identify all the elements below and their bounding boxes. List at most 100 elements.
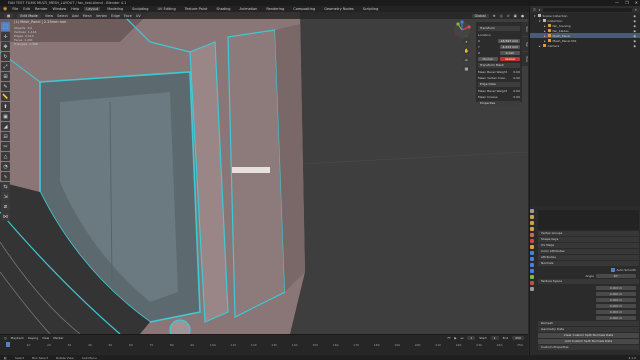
menu-edit[interactable]: Edit: [23, 7, 30, 11]
bevel-tool-icon[interactable]: ◢: [1, 122, 10, 131]
edge-slide-tool-icon[interactable]: ⇆: [1, 182, 10, 191]
tool-tab-icon[interactable]: [530, 209, 534, 213]
jump-start-icon[interactable]: ⏮: [448, 336, 451, 340]
disclosure-triangle-icon[interactable]: ▸: [544, 39, 546, 43]
edge-data-section-header[interactable]: Edge Data: [478, 82, 520, 87]
workspace-tab-shading[interactable]: Shading: [214, 7, 232, 11]
output-tab-icon[interactable]: [530, 221, 534, 225]
workspace-tab-rendering[interactable]: Rendering: [264, 7, 286, 11]
outliner-display-mode-icon[interactable]: ▾: [539, 8, 541, 12]
workspace-tab-uv-editing[interactable]: UV Editing: [155, 7, 177, 11]
workspace-tab-scripting[interactable]: Scripting: [361, 7, 381, 11]
pan-hand-icon[interactable]: ✋: [463, 47, 470, 54]
clear-custom-split-normals-button[interactable]: Clear Custom Split Normals Data: [538, 333, 639, 338]
properties-section-header[interactable]: Properties: [478, 101, 520, 106]
section-attributes[interactable]: Attributes: [538, 255, 639, 260]
timeline-ruler[interactable]: 0102030405060708090100110120130140150160…: [0, 342, 528, 347]
zoom-icon[interactable]: ⌕: [463, 38, 470, 45]
rip-tool-icon[interactable]: ⋈: [1, 212, 10, 221]
menu-select[interactable]: Select: [57, 14, 68, 18]
texture-location-z-field[interactable]: 0.000 m: [596, 297, 636, 302]
texture-location-field[interactable]: 0.000 m: [596, 285, 636, 290]
texture-size-y-field[interactable]: 0.000 m: [596, 309, 636, 314]
editor-type-selector[interactable]: ▦: [4, 13, 14, 18]
proportional-edit-icon[interactable]: ◎: [500, 14, 503, 18]
workspace-tab-texture-paint[interactable]: Texture Paint: [183, 7, 210, 11]
camera-view-icon[interactable]: ⌂: [463, 56, 470, 63]
menu-file[interactable]: File: [12, 7, 18, 11]
object-tab-icon[interactable]: [530, 245, 534, 249]
poly-build-tool-icon[interactable]: △: [1, 152, 10, 161]
annotate-tool-icon[interactable]: ✎: [1, 82, 10, 91]
particles-tab-icon[interactable]: [530, 257, 534, 261]
visibility-eye-icon[interactable]: ◉: [633, 44, 636, 48]
tab-item[interactable]: Item: [522, 22, 528, 36]
disclosure-triangle-icon[interactable]: ▸: [544, 34, 546, 38]
perspective-toggle-icon[interactable]: ▦: [463, 65, 470, 72]
filter-icon[interactable]: ⏷: [635, 8, 637, 12]
extrude-tool-icon[interactable]: ⬆: [1, 102, 10, 111]
location-y-field[interactable]: -4.213 mm: [499, 44, 520, 49]
menu-uv[interactable]: UV: [136, 14, 141, 18]
physics-tab-icon[interactable]: [530, 263, 534, 267]
end-frame-field[interactable]: 250: [512, 336, 524, 340]
section-geometry-data[interactable]: Geometry Data: [538, 327, 639, 332]
menu-view[interactable]: View: [45, 14, 53, 18]
disclosure-triangle-icon[interactable]: ▾: [534, 14, 536, 18]
current-frame-field[interactable]: 1: [467, 336, 476, 340]
knife-tool-icon[interactable]: ✂: [1, 142, 10, 151]
texture-tab-icon[interactable]: [530, 287, 534, 291]
menu-add[interactable]: Add: [72, 14, 79, 18]
workspace-tab-geometry-nodes[interactable]: Geometry Nodes: [322, 7, 356, 11]
menu-edge[interactable]: Edge: [111, 14, 120, 18]
scene-tab-icon[interactable]: [530, 233, 534, 237]
menu-keying[interactable]: Keying: [28, 336, 38, 340]
workspace-tab-compositing[interactable]: Compositing: [291, 7, 317, 11]
transform-tool-icon[interactable]: ⊞: [1, 72, 10, 81]
location-x-field[interactable]: -16.597 mm: [497, 38, 520, 43]
menu-timeline-view[interactable]: View: [42, 336, 49, 340]
disclosure-triangle-icon[interactable]: ▸: [544, 24, 546, 28]
location-z-field[interactable]: 0 mm: [500, 50, 520, 55]
menu-vertex[interactable]: Vertex: [96, 14, 107, 18]
outliner-search-input[interactable]: [543, 7, 632, 12]
global-button[interactable]: Global: [500, 56, 520, 61]
visibility-eye-icon[interactable]: ◉: [633, 24, 636, 28]
visibility-eye-icon[interactable]: ◉: [633, 34, 636, 38]
outliner-row[interactable]: ▸ Camera ◉: [530, 43, 640, 48]
section-color-attributes[interactable]: Color Attributes: [538, 249, 639, 254]
visibility-eye-icon[interactable]: ◉: [633, 14, 636, 18]
snap-icon[interactable]: ⊕: [493, 14, 496, 18]
section-shape-keys[interactable]: Shape Keys: [538, 237, 639, 242]
shear-tool-icon[interactable]: ⧄: [1, 202, 10, 211]
vertex-groups-list[interactable]: [538, 210, 639, 230]
menu-marker[interactable]: Marker: [53, 336, 63, 340]
menu-render[interactable]: Render: [35, 7, 47, 11]
shrink-tool-icon[interactable]: ⇲: [1, 192, 10, 201]
section-custom-properties[interactable]: Custom Properties: [538, 345, 639, 350]
smooth-tool-icon[interactable]: ∿: [1, 172, 10, 181]
start-frame-field[interactable]: 1: [490, 336, 499, 340]
texture-size-z-field[interactable]: 0.000 m: [596, 315, 636, 320]
overlay-icon[interactable]: ⊙: [507, 14, 510, 18]
rotate-tool-icon[interactable]: ↻: [1, 52, 10, 61]
workspace-tab-animation[interactable]: Animation: [238, 7, 260, 11]
outliner-editor-icon[interactable]: ☰: [533, 8, 536, 12]
move-tool-icon[interactable]: ✥: [1, 42, 10, 51]
3d-viewport[interactable]: [0, 12, 528, 334]
world-tab-icon[interactable]: [530, 239, 534, 243]
section-texture-space[interactable]: Texture Space: [538, 279, 639, 284]
menu-window[interactable]: Window: [52, 7, 66, 11]
measure-tool-icon[interactable]: 📏: [1, 92, 10, 101]
loop-cut-tool-icon[interactable]: ⊟: [1, 132, 10, 141]
render-tab-icon[interactable]: [530, 215, 534, 219]
workspace-tab-sculpting[interactable]: Sculpting: [130, 7, 150, 11]
section-normals[interactable]: Normals: [538, 261, 639, 266]
section-uv-maps[interactable]: UV Maps: [538, 243, 639, 248]
disclosure-triangle-icon[interactable]: ▸: [539, 44, 541, 48]
angle-field[interactable]: 30°: [596, 273, 636, 278]
workspace-tab-layout[interactable]: Layout: [84, 7, 101, 11]
menu-face[interactable]: Face: [124, 14, 132, 18]
visibility-eye-icon[interactable]: ◉: [633, 39, 636, 43]
xray-icon[interactable]: ▣: [514, 14, 517, 18]
